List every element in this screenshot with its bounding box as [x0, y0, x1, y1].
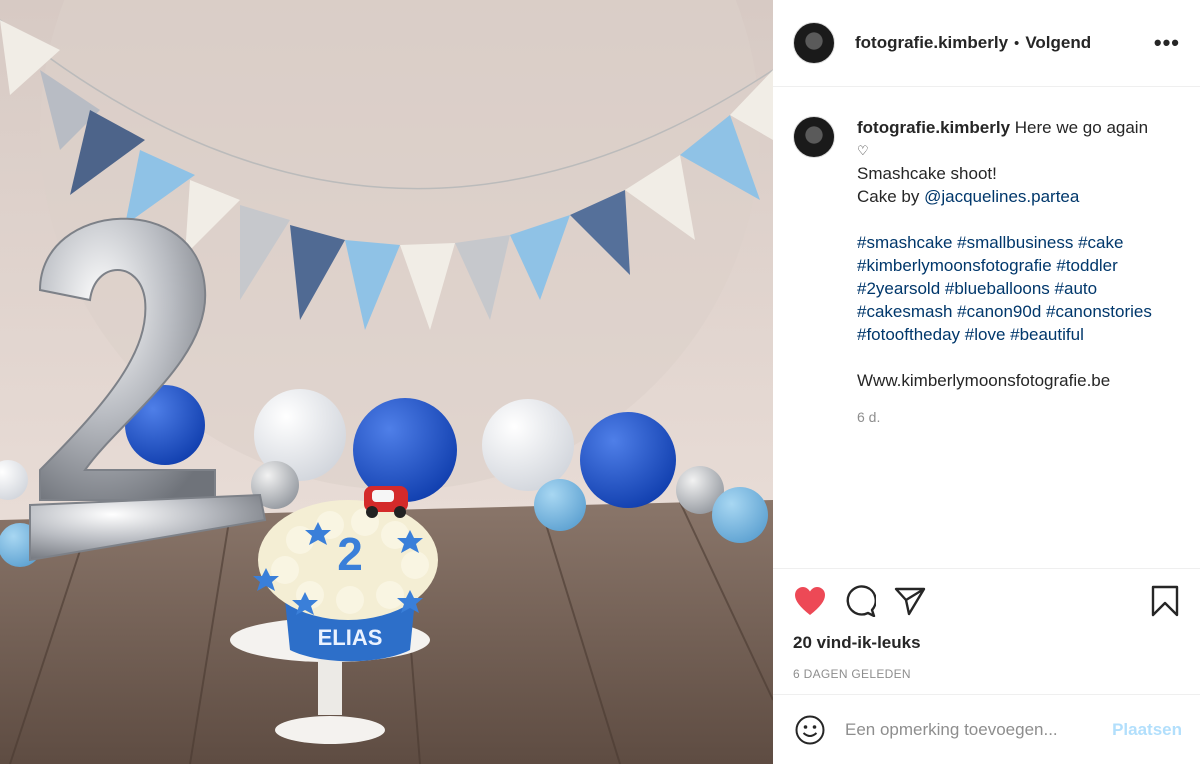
hashtag-line[interactable]: #fotooftheday #love #beautiful: [857, 323, 1177, 346]
caption-line-prefix: Cake by: [857, 187, 925, 206]
caption-username-link[interactable]: fotografie.kimberly: [857, 118, 1010, 137]
cake-name-text: ELIAS: [318, 625, 383, 650]
hashtag-line[interactable]: #2yearsold #blueballoons #auto: [857, 277, 1177, 300]
more-options-icon[interactable]: •••: [1154, 30, 1180, 56]
comments-section: fotografie.kimberly Here we go again ♡ S…: [773, 88, 1200, 568]
add-comment-bar: Plaatsen: [773, 694, 1200, 764]
smashcake-photo: ELIAS 2: [0, 0, 773, 764]
post-side-panel: fotografie.kimberly • Volgend ••• fotogr…: [773, 0, 1200, 764]
caption: fotografie.kimberly Here we go again ♡ S…: [857, 116, 1177, 568]
post-header: fotografie.kimberly • Volgend •••: [773, 0, 1200, 87]
hashtag-line[interactable]: #kimberlymoonsfotografie #toddler: [857, 254, 1177, 277]
username-link[interactable]: fotografie.kimberly: [855, 33, 1008, 53]
paper-plane-icon[interactable]: [893, 584, 927, 618]
caption-first-line: Here we go again: [1014, 118, 1149, 137]
caption-line: Smashcake shoot!: [857, 164, 997, 183]
post-photo[interactable]: ELIAS 2: [0, 0, 773, 764]
likes-count[interactable]: 20 vind-ik-leuks: [793, 633, 1182, 653]
caption-age: 6 d.: [857, 409, 881, 425]
heart-symbol: ♡: [857, 143, 869, 158]
heart-filled-icon[interactable]: [793, 584, 827, 618]
post-comment-button[interactable]: Plaatsen: [1112, 720, 1182, 740]
emoji-icon[interactable]: [793, 713, 827, 747]
post-actions: 20 vind-ik-leuks 6 DAGEN GELEDEN: [773, 568, 1200, 694]
hashtag-line[interactable]: #smashcake #smallbusiness #cake: [857, 231, 1177, 254]
caption-avatar[interactable]: [793, 116, 835, 158]
mention-link[interactable]: @jacquelines.partea: [924, 187, 1079, 206]
website-text: Www.kimberlymoonsfotografie.be: [857, 371, 1111, 390]
post-timestamp: 6 DAGEN GELEDEN: [793, 667, 911, 681]
bookmark-icon[interactable]: [1148, 584, 1182, 618]
hashtag-line[interactable]: #cakesmash #canon90d #canonstories: [857, 300, 1177, 323]
cake-number-text: 2: [337, 528, 363, 580]
comment-input[interactable]: [845, 719, 1085, 740]
comment-icon[interactable]: [843, 584, 877, 618]
avatar[interactable]: [793, 22, 835, 64]
following-button[interactable]: Volgend: [1025, 33, 1091, 53]
separator-dot: •: [1014, 34, 1020, 52]
